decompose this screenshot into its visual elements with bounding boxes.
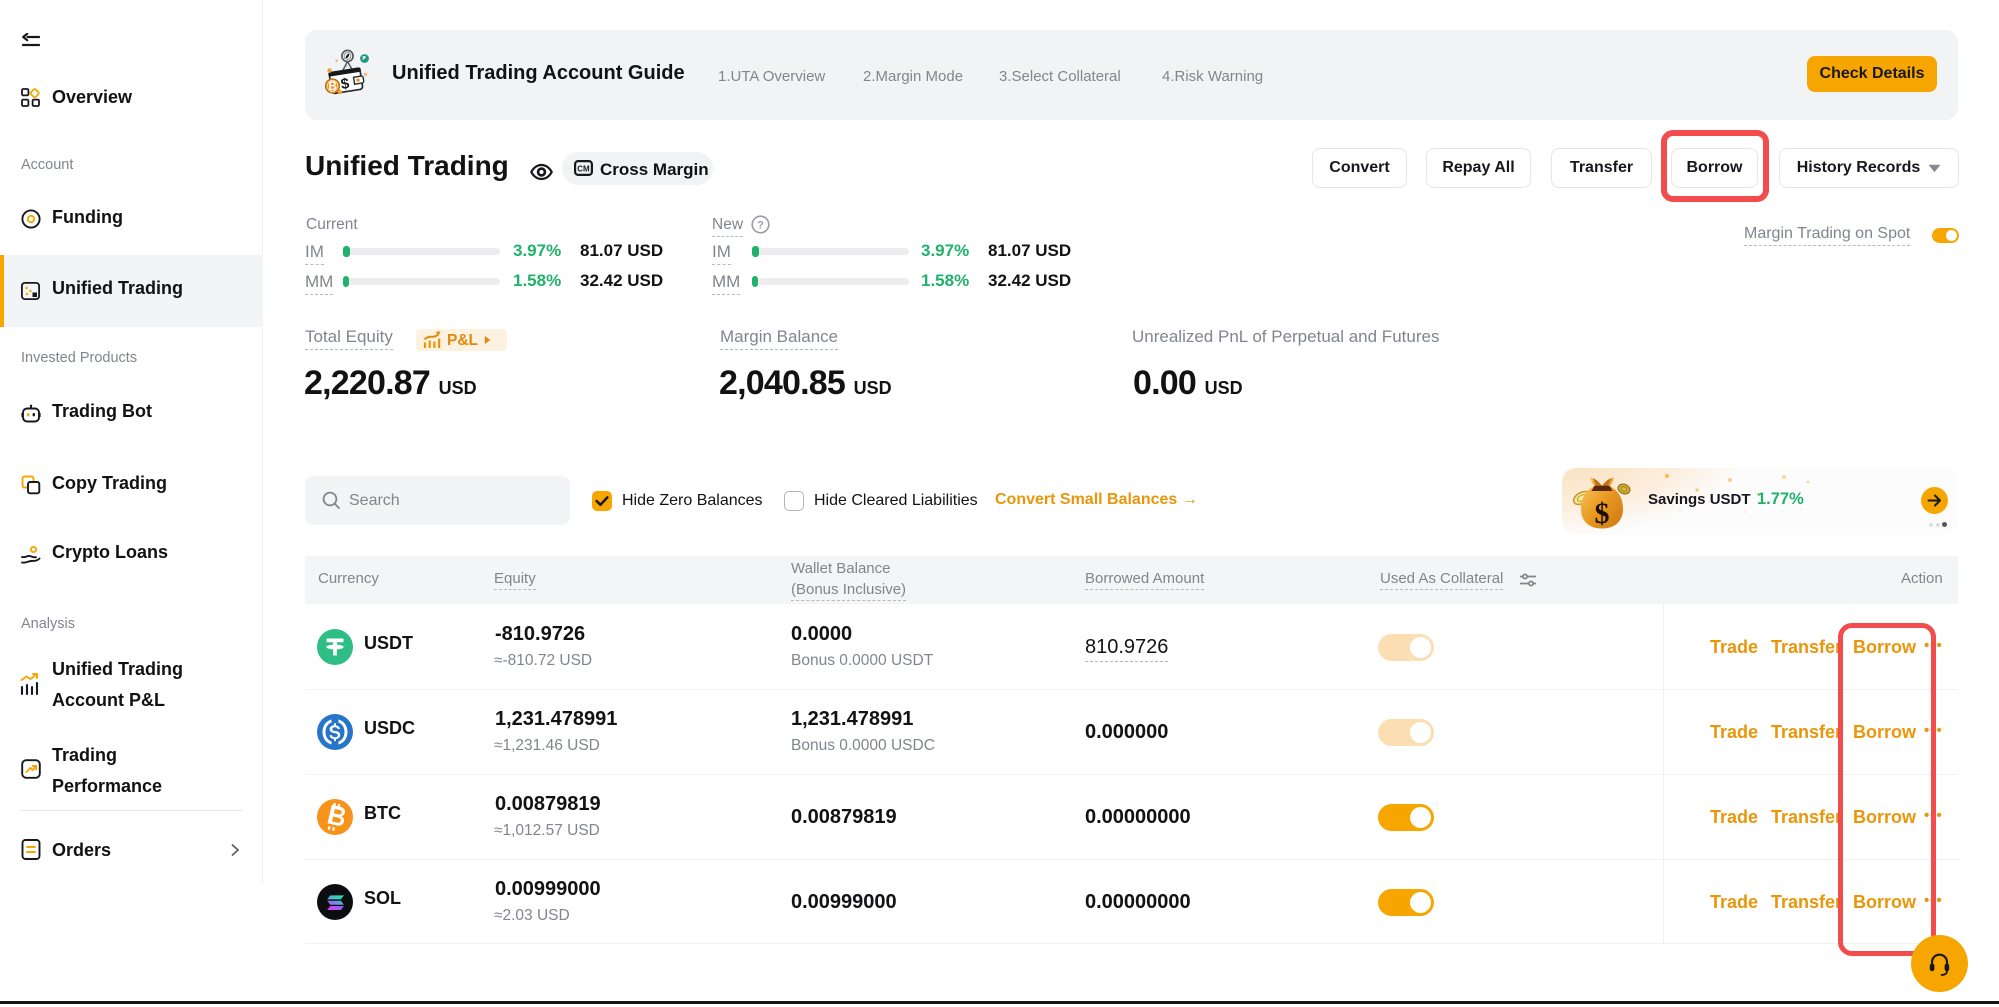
svg-text:B: B bbox=[329, 81, 337, 93]
svg-text:CM: CM bbox=[577, 164, 590, 173]
svg-text:$: $ bbox=[1595, 497, 1610, 530]
svg-text:?: ? bbox=[757, 220, 764, 232]
